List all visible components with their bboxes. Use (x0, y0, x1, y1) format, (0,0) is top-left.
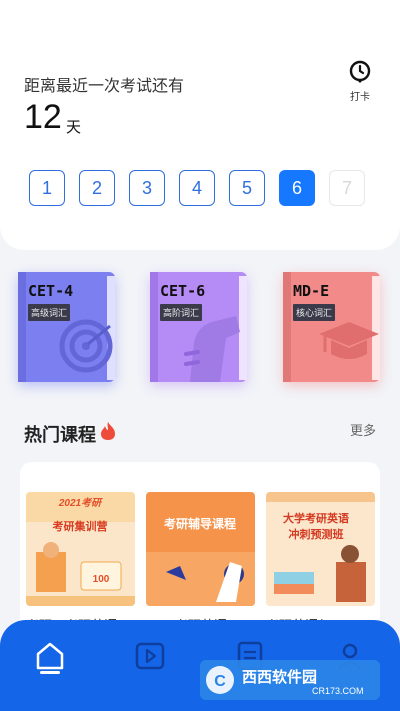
course-banner-2: 考研辅导课程 (146, 492, 255, 606)
svg-text:大学考研英语: 大学考研英语 (283, 511, 349, 525)
book-code: CET-4 (28, 282, 74, 300)
fire-icon (101, 422, 115, 440)
day-button-4[interactable]: 4 (179, 170, 215, 206)
course-card-3[interactable]: 大学考研英语 冲刺预测班 (266, 492, 375, 606)
svg-text:考研辅导课程: 考研辅导课程 (164, 516, 236, 531)
day-button-7: 7 (329, 170, 365, 206)
svg-text:西西软件园: 西西软件园 (242, 668, 317, 686)
day-button-3[interactable]: 3 (129, 170, 165, 206)
book-cet4[interactable]: CET-4 高级词汇 (18, 272, 115, 382)
section-title-hot-courses: 热门课程 (24, 425, 96, 445)
watermark-logo: C 西西软件园 CR173.COM (200, 660, 380, 700)
svg-text:冲刺预测班: 冲刺预测班 (289, 527, 344, 541)
svg-text:100: 100 (93, 574, 110, 585)
book-code: CET-6 (160, 282, 206, 300)
home-icon[interactable] (34, 640, 66, 674)
svg-text:考研集训营: 考研集训营 (53, 519, 108, 533)
book-cet6[interactable]: CET-6 高阶词汇 (150, 272, 247, 382)
countdown-unit: 天 (66, 119, 82, 136)
book-code: MD-E (293, 282, 330, 300)
course-card-1[interactable]: 2021考研 考研集训营 100 (26, 492, 135, 606)
svg-text:C: C (214, 673, 226, 690)
day-button-1[interactable]: 1 (29, 170, 65, 206)
more-link[interactable]: 更多 (350, 420, 376, 439)
countdown-label: 距离最近一次考试还有 (24, 78, 185, 95)
svg-text:CR173.COM: CR173.COM (312, 686, 364, 696)
clock-icon (349, 60, 371, 83)
day-selector: 1 2 3 4 5 6 7 (29, 170, 365, 206)
book-mde[interactable]: MD-E 核心词汇 (283, 272, 380, 382)
svg-text:2021考研: 2021考研 (58, 497, 103, 509)
play-icon[interactable] (134, 640, 166, 674)
course-card-2[interactable]: 考研辅导课程 (146, 492, 255, 606)
countdown-days: 12 (24, 98, 62, 136)
course-banner-1: 2021考研 考研集训营 100 (26, 492, 135, 606)
day-button-6[interactable]: 6 (279, 170, 315, 206)
checkin-button[interactable]: 打卡 (342, 60, 378, 103)
checkin-label: 打卡 (350, 92, 370, 103)
book-tag: 核心词汇 (293, 304, 336, 321)
book-tag: 高级词汇 (28, 304, 71, 321)
day-button-2[interactable]: 2 (79, 170, 115, 206)
book-tag: 高阶词汇 (160, 304, 203, 321)
day-button-5[interactable]: 5 (229, 170, 265, 206)
course-banner-3: 大学考研英语 冲刺预测班 (266, 492, 375, 606)
